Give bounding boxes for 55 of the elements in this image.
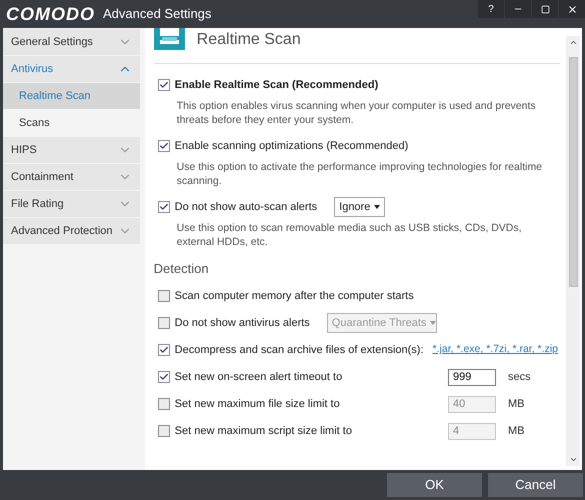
checkbox[interactable] (158, 425, 170, 437)
option-label: Set new maximum script size limit to (174, 424, 352, 439)
caret-icon (374, 205, 380, 209)
option-label: Scan computer memory after the computer starts (174, 288, 414, 304)
option-label: Enable Realtime Scan (Recommended) (174, 78, 378, 93)
option-description: Use this option to scan removable media such as USB sticks, CDs, DVDs, external HDDs, etc. (176, 221, 523, 249)
scrollbar[interactable] (566, 36, 580, 466)
sidebar-item[interactable]: Containment (3, 164, 140, 190)
maximize-button[interactable] (532, 0, 558, 18)
window-title: Advanced Settings (103, 5, 212, 24)
check-icon (158, 345, 169, 355)
section-heading: Detection (154, 260, 210, 278)
sidebar-item[interactable]: General Settings (3, 29, 140, 55)
sidebar-item[interactable]: Antivirus (3, 56, 140, 82)
option-description: Use this option to activate the performance improving technologies for realtime scanning. (176, 160, 544, 188)
checkbox[interactable] (158, 371, 170, 383)
check-icon (158, 202, 169, 212)
checkbox[interactable] (158, 344, 170, 356)
checkbox[interactable] (158, 201, 170, 213)
option-description: This option enables virus scanning when your computer is used and prevents threats before they enter your system. (176, 99, 537, 127)
caret-icon (430, 321, 436, 325)
sidebar-item[interactable]: Advanced Protection (3, 218, 140, 244)
checkbox[interactable] (158, 317, 170, 329)
close-button[interactable] (559, 0, 585, 18)
close-icon (566, 4, 578, 14)
scroll-down-icon (568, 455, 578, 464)
extensions-link[interactable]: *.jar, *.exe, *.7zi, *.rar, *.zip (432, 342, 558, 358)
check-icon (158, 141, 169, 151)
checkbox[interactable] (158, 290, 170, 302)
option-label: Do not show antivirus alerts (174, 316, 310, 331)
unit-label: MB (508, 396, 526, 412)
unit-label: MB (508, 424, 526, 439)
scroll-thumb[interactable] (568, 57, 578, 287)
sidebar-item[interactable]: File Rating (3, 191, 140, 217)
option-label: Do not show auto-scan alerts (174, 200, 318, 215)
number-field[interactable]: 999 (448, 368, 496, 386)
dialog-button[interactable]: OK (387, 473, 482, 497)
maximize-icon (540, 4, 550, 14)
unit-label: secs (508, 370, 532, 385)
option-label: Enable scanning optimizations (Recommended) (174, 138, 408, 154)
checkbox[interactable] (158, 140, 170, 152)
check-icon (158, 80, 169, 90)
help-button[interactable]: ? (478, 0, 504, 18)
sidebar-item[interactable]: HIPS (3, 137, 140, 163)
page-title: Realtime Scan (196, 30, 301, 50)
logo: COMODO (6, 2, 95, 26)
checkbox[interactable] (158, 79, 170, 91)
option-label: Decompress and scan archive files of extension(s): (174, 342, 424, 358)
option-label: Set new maximum file size limit to (174, 396, 340, 412)
option-label: Set new on-screen alert timeout to (174, 370, 342, 385)
dropdown[interactable]: Ignore (334, 197, 386, 217)
scroll-up-icon (568, 38, 578, 47)
check-icon (158, 372, 169, 382)
dialog-button[interactable]: Cancel (488, 473, 583, 497)
checkbox[interactable] (158, 398, 170, 410)
